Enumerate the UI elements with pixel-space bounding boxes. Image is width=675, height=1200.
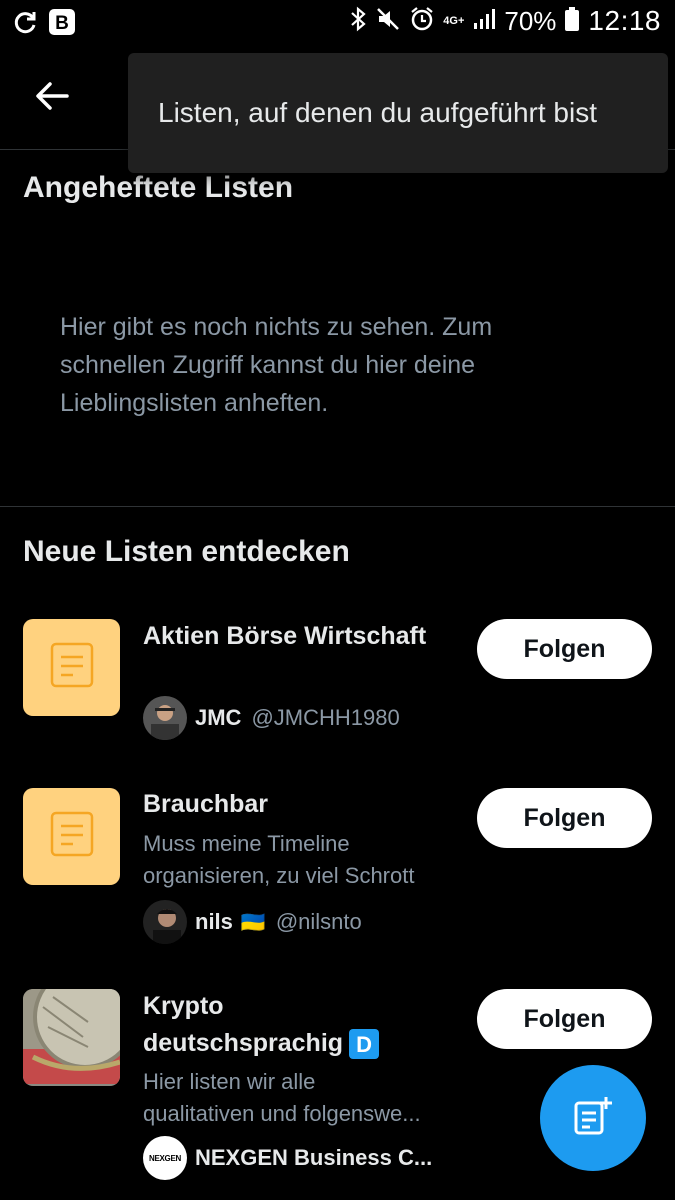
pinned-empty-message: Hier gibt es noch nichts zu sehen. Zum s… [60,313,493,417]
list-title-badge: D [349,1029,380,1060]
network-indicator: 4G+ [443,15,465,27]
owner-handle: @nilsnto [275,909,362,934]
list-title: Aktien Börse Wirtschaft [143,622,427,650]
svg-text:B: B [55,13,69,34]
owner-name: nils [195,909,233,934]
avatar [143,696,187,740]
list-item[interactable]: Brauchbar Muss meine Timeline organisier… [0,770,675,960]
new-list-icon [570,1093,616,1144]
owner-name: JMC [195,705,242,730]
status-bar: B 4G+ 70% 12:18 [0,0,675,46]
list-icon [47,809,97,864]
list-title-text: deutschsprachig [143,1029,344,1057]
owner-name: NEXGEN Business C... [195,1145,433,1170]
ukraine-flag-icon: 🇺🇦 [240,911,266,934]
alarm-icon [409,6,435,37]
list-thumbnail [23,989,120,1086]
list-owner: NEXGEN NEXGEN Business C... [143,1136,432,1180]
coin-image-icon [23,989,120,1086]
follow-button[interactable]: Folgen [477,989,652,1049]
list-title-line-2: deutschsprachig D [143,1025,463,1062]
clock: 12:18 [588,5,661,36]
avatar: NEXGEN [143,1136,187,1180]
list-title: Brauchbar [143,790,269,818]
list-thumbnail [23,619,120,716]
avatar-logo-text: NEXGEN [149,1153,181,1163]
pinned-lists-title: Angeheftete Listen [23,171,294,204]
avatar [143,900,187,944]
battery-icon [564,6,580,37]
list-thumbnail [23,788,120,885]
signal-icon [472,7,496,36]
list-description-line-1: Hier listen wir alle [143,1069,316,1094]
list-owner: JMC @JMCHH1980 [143,696,400,740]
battery-percent: 70% [504,5,557,36]
list-item[interactable]: Aktien Börse Wirtschaft JMC @JMCHH1980 F… [0,600,675,760]
follow-button[interactable]: Folgen [477,619,652,679]
arrow-left-icon [35,81,69,116]
list-owner: nils 🇺🇦 @nilsnto [143,900,362,944]
menu-item-listed-on[interactable]: Listen, auf denen du aufgeführt bist [158,97,597,129]
bluetooth-icon [349,6,367,37]
list-description-line-2: organisieren, zu viel Schrott [143,863,415,888]
back-button[interactable] [30,76,74,120]
sync-icon [12,9,38,40]
discover-lists-title: Neue Listen entdecken [23,535,350,568]
overflow-menu: Listen, auf denen du aufgeführt bist [128,53,668,173]
follow-button[interactable]: Folgen [477,788,652,848]
owner-handle: @JMCHH1980 [251,705,400,730]
mute-icon [375,6,401,37]
section-divider [0,506,675,507]
list-description-line-1: Muss meine Timeline [143,831,350,856]
list-title-line-1: Krypto [143,992,224,1020]
list-description-line-2: qualitativen und folgenswe... [143,1101,421,1126]
list-icon [47,640,97,695]
b-app-icon: B [48,8,76,41]
new-list-button[interactable] [540,1065,646,1171]
